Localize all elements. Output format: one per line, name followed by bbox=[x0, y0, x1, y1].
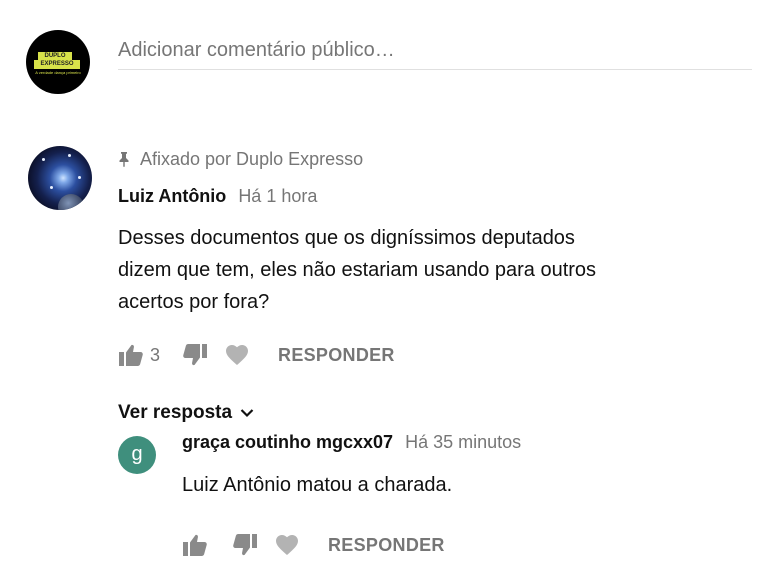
comment-text-line: dizem que tem, eles não estariam usando … bbox=[118, 259, 597, 281]
reply-body: graça coutinho mgcxx07 Há 35 minutos Lui… bbox=[182, 432, 752, 560]
heart-icon bbox=[276, 535, 298, 555]
pinned-indicator: Afixado por Duplo Expresso bbox=[118, 146, 752, 172]
channel-avatar[interactable]: DUPLO EXPRESSO A verdade dança primeiro bbox=[26, 30, 90, 94]
reply-avatar[interactable]: g bbox=[118, 436, 156, 474]
logo-tagline: A verdade dança primeiro bbox=[35, 70, 81, 75]
reply-item: g graça coutinho mgcxx07 Há 35 minutos L… bbox=[118, 432, 752, 562]
comment-timestamp[interactable]: Há 1 hora bbox=[238, 186, 317, 207]
comment-author[interactable]: Luiz Antônio bbox=[118, 186, 226, 207]
reply-text: Luiz Antônio matou a charada. bbox=[182, 474, 453, 496]
like-button[interactable] bbox=[118, 342, 144, 368]
dislike-button[interactable] bbox=[182, 342, 208, 368]
view-reply-toggle[interactable]: Ver resposta bbox=[118, 400, 752, 426]
thumbs-up-icon bbox=[183, 534, 207, 556]
comment-actions: 3 RESPONDER bbox=[118, 340, 752, 370]
comment-text: Desses documentos que os digníssimos dep… bbox=[118, 222, 678, 318]
add-comment-box: DUPLO EXPRESSO A verdade dança primeiro bbox=[26, 30, 752, 94]
star-decoration bbox=[68, 154, 71, 157]
logo-line2: EXPRESSO bbox=[34, 60, 80, 69]
comment-meta: Luiz Antônio Há 1 hora bbox=[118, 186, 752, 210]
comment-body: Afixado por Duplo Expresso Luiz Antônio … bbox=[118, 146, 752, 556]
star-decoration bbox=[78, 176, 81, 179]
star-decoration bbox=[50, 186, 53, 189]
pinned-label: Afixado por Duplo Expresso bbox=[140, 148, 364, 169]
reply-reply-button[interactable]: RESPONDER bbox=[328, 535, 445, 556]
thumbs-down-icon bbox=[233, 534, 257, 556]
like-count: 3 bbox=[150, 344, 161, 365]
reply-meta: graça coutinho mgcxx07 Há 35 minutos bbox=[182, 432, 752, 456]
view-reply-label: Ver resposta bbox=[118, 402, 233, 423]
reply-timestamp[interactable]: Há 35 minutos bbox=[405, 432, 521, 453]
reply-button[interactable]: RESPONDER bbox=[278, 345, 395, 366]
author-avatar[interactable] bbox=[28, 146, 92, 210]
reply-heart-button[interactable] bbox=[274, 532, 300, 558]
heart-button[interactable] bbox=[224, 342, 250, 368]
thumbs-up-icon bbox=[119, 344, 143, 366]
star-decoration bbox=[42, 158, 45, 161]
comment-text-line: Desses documentos que os digníssimos dep… bbox=[118, 227, 575, 249]
reply-author[interactable]: graça coutinho mgcxx07 bbox=[182, 432, 393, 453]
comment-input[interactable] bbox=[118, 32, 752, 70]
thumbs-down-icon bbox=[183, 344, 208, 366]
reply-dislike-button[interactable] bbox=[232, 532, 258, 558]
comment-text-line: acertos por fora? bbox=[118, 291, 270, 313]
heart-icon bbox=[226, 345, 249, 365]
reply-like-button[interactable] bbox=[182, 532, 208, 558]
pin-icon bbox=[119, 152, 129, 167]
planet-decoration bbox=[58, 194, 84, 210]
reply-actions: RESPONDER bbox=[182, 530, 752, 560]
chevron-down-icon bbox=[240, 409, 254, 418]
